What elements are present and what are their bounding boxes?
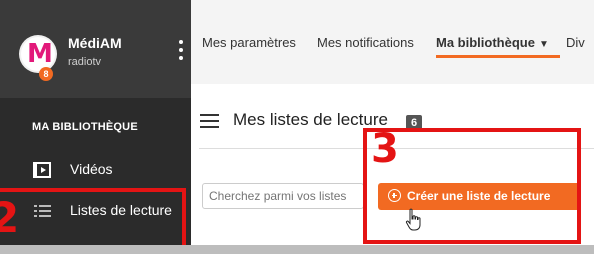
chevron-down-icon: ▼ <box>538 39 549 50</box>
sidebar-header: M 8 MédiAM radiotv <box>0 0 191 98</box>
app-subtitle: radiotv <box>68 56 102 68</box>
tab-divers[interactable]: Div <box>566 35 585 50</box>
sidebar-item-label: Vidéos <box>70 161 113 177</box>
tab-label: Ma bibliothèque <box>436 35 535 50</box>
page-title: Mes listes de lecture <box>233 110 388 129</box>
sidebar-section-title: MA BIBLIOTHÈQUE <box>32 121 138 133</box>
active-tab-underline <box>436 55 560 58</box>
sidebar-item-videos[interactable]: Vidéos <box>0 154 191 186</box>
notification-badge: 8 <box>39 67 53 81</box>
window-shadow <box>0 245 594 254</box>
app-window: M 8 MédiAM radiotv MA BIBLIOTHÈQUE Vidéo… <box>0 0 594 254</box>
annotation-number-3: 3 <box>371 126 399 172</box>
app-name: MédiAM <box>68 35 122 51</box>
logo-letter: M <box>27 39 53 69</box>
tab-bibliotheque[interactable]: Ma bibliothèque ▼ <box>436 35 560 58</box>
search-input[interactable] <box>202 183 364 209</box>
app-logo[interactable]: M 8 <box>21 37 55 81</box>
tab-parametres[interactable]: Mes paramètres <box>202 35 296 50</box>
video-icon <box>33 162 53 178</box>
kebab-menu-icon[interactable] <box>177 40 185 64</box>
tab-notifications[interactable]: Mes notifications <box>317 35 414 50</box>
list-icon <box>200 114 219 128</box>
annotation-number-2: 2 <box>0 193 20 242</box>
top-navigation: Mes paramètres Mes notifications Ma bibl… <box>191 0 594 84</box>
